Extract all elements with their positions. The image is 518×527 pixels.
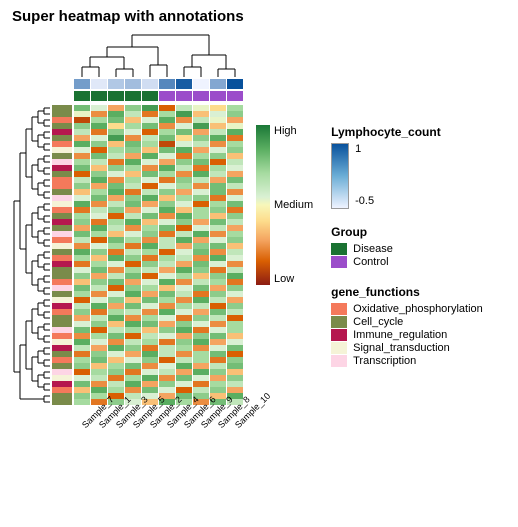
legend-label: Oxidative_phosphorylation <box>353 303 483 315</box>
column-label: Sample_7 <box>80 411 99 430</box>
group-cell <box>125 91 141 101</box>
lymph-cell <box>227 79 243 89</box>
gene-func-cell <box>52 399 72 405</box>
lymph-cell <box>91 79 107 89</box>
heatmap-colorbar: High Medium Low <box>256 125 313 285</box>
legend-group: Group DiseaseControl <box>331 225 483 269</box>
legend-item: Transcription <box>331 355 483 367</box>
lymph-cell <box>193 79 209 89</box>
legend-item: Immune_regulation <box>331 329 483 341</box>
legend-label: Cell_cycle <box>353 316 403 328</box>
chart-title: Super heatmap with annotations <box>12 8 510 25</box>
swatch <box>331 355 347 367</box>
column-annotations <box>74 79 244 103</box>
legend-title-gene: gene_functions <box>331 285 483 299</box>
swatch <box>331 342 347 354</box>
group-cell <box>142 91 158 101</box>
lymph-tick-high: 1 <box>355 143 374 155</box>
heatmap-matrix <box>74 105 244 405</box>
lymph-cell <box>176 79 192 89</box>
legend-item: Signal_transduction <box>331 342 483 354</box>
group-cell <box>159 91 175 101</box>
group-cell <box>108 91 124 101</box>
heatmap-cell <box>74 399 90 405</box>
scale-high: High <box>274 125 313 137</box>
column-labels: Sample_7Sample_1Sample_3Sample_5Sample_2… <box>74 409 244 419</box>
lymph-cell <box>108 79 124 89</box>
legend-label: Control <box>353 256 388 268</box>
lymphocyte-colorbar <box>331 143 349 209</box>
lymph-cell <box>74 79 90 89</box>
legend-item: Cell_cycle <box>331 316 483 328</box>
lymph-cell <box>125 79 141 89</box>
swatch <box>331 256 347 268</box>
lymph-tick-low: -0.5 <box>355 195 374 207</box>
group-strip <box>74 91 244 101</box>
group-cell <box>91 91 107 101</box>
lymph-cell <box>142 79 158 89</box>
legend-lymphocyte: Lymphocyte_count 1 -0.5 <box>331 125 483 209</box>
scale-low: Low <box>274 273 313 285</box>
group-cell <box>227 91 243 101</box>
legend-title-group: Group <box>331 225 483 239</box>
legend-item: Oxidative_phosphorylation <box>331 303 483 315</box>
group-cell <box>74 91 90 101</box>
legend-item: Control <box>331 256 483 268</box>
gene-functions-strip <box>52 105 72 405</box>
legend-item: Disease <box>331 243 483 255</box>
legends: Lymphocyte_count 1 -0.5 Group DiseaseCon… <box>331 29 483 368</box>
lymphocyte-count-strip <box>74 79 244 89</box>
lymph-cell <box>210 79 226 89</box>
column-dendrogram <box>74 29 244 77</box>
legend-gene-functions: gene_functions Oxidative_phosphorylation… <box>331 285 483 368</box>
row-dendrogram <box>8 105 50 405</box>
legend-label: Disease <box>353 243 393 255</box>
swatch <box>331 303 347 315</box>
swatch <box>331 316 347 328</box>
swatch <box>331 243 347 255</box>
legend-label: Immune_regulation <box>353 329 447 341</box>
group-cell <box>210 91 226 101</box>
group-cell <box>193 91 209 101</box>
swatch <box>331 329 347 341</box>
legend-label: Signal_transduction <box>353 342 450 354</box>
legend-title-lymph: Lymphocyte_count <box>331 125 483 139</box>
figure: Sample_7Sample_1Sample_3Sample_5Sample_2… <box>8 29 510 419</box>
legend-label: Transcription <box>353 355 416 367</box>
lymph-cell <box>159 79 175 89</box>
scale-medium: Medium <box>274 199 313 211</box>
group-cell <box>176 91 192 101</box>
